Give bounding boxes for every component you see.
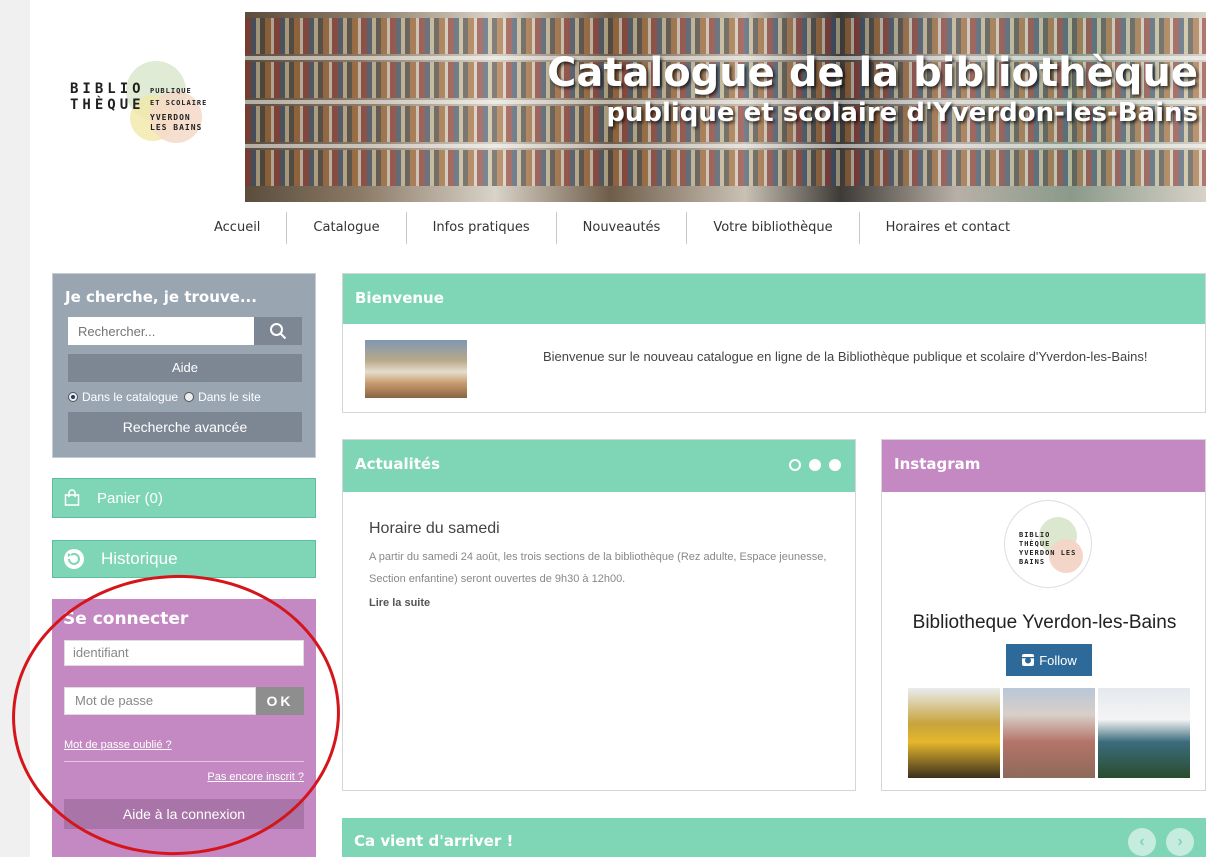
instagram-avatar[interactable]: BIBLIO THÈQUE YVERDON LES BAINS	[1004, 500, 1092, 588]
new-arrivals-title: Ca vient d'arriver !	[342, 818, 1206, 857]
logo-sub-2: ET SCOLAIRE	[150, 99, 208, 107]
nav-item-infos-pratiques[interactable]: Infos pratiques	[407, 212, 557, 244]
nav-item-horaires-contact[interactable]: Horaires et contact	[860, 212, 1037, 244]
news-carousel-dots	[789, 459, 841, 471]
welcome-title: Bienvenue	[343, 274, 1205, 324]
header-banner: Catalogue de la bibliothèque publique et…	[245, 12, 1206, 202]
instagram-title: Instagram	[882, 440, 1205, 492]
welcome-text: Bienvenue sur le nouveau catalogue en li…	[543, 349, 1148, 364]
scope-site-label: Dans le site	[198, 390, 261, 404]
carousel-dot[interactable]	[789, 459, 801, 471]
cart-label: Panier (0)	[97, 489, 163, 507]
instagram-photo[interactable]	[1003, 688, 1095, 778]
nav-item-catalogue[interactable]: Catalogue	[287, 212, 407, 244]
search-button[interactable]	[254, 317, 302, 345]
read-more-link[interactable]: Lire la suite	[369, 597, 430, 609]
advanced-search-button[interactable]: Recherche avancée	[68, 412, 302, 442]
main-nav: Accueil Catalogue Infos pratiques Nouvea…	[200, 212, 1036, 244]
chevron-right-icon: ›	[1177, 833, 1183, 850]
welcome-panel: Bienvenue Bienvenue sur le nouveau catal…	[342, 273, 1206, 413]
forgot-password-link[interactable]: Mot de passe oublié ?	[64, 739, 172, 751]
carousel-dot[interactable]	[829, 459, 841, 471]
login-panel: Se connecter identifiant Mot de passe OK…	[52, 599, 316, 857]
cart-button[interactable]: Panier (0)	[52, 478, 316, 518]
banner-books	[245, 18, 1206, 54]
password-field[interactable]: Mot de passe	[64, 687, 256, 715]
news-item-body: A partir du samedi 24 août, les trois se…	[369, 551, 827, 585]
register-link[interactable]: Pas encore inscrit ?	[207, 771, 304, 783]
news-item-title[interactable]: Horaire du samedi	[369, 520, 500, 538]
welcome-image	[365, 340, 467, 398]
scope-catalogue-radio[interactable]	[68, 392, 78, 402]
logo-word-1: BIBLIO	[70, 81, 145, 97]
next-arrow-button[interactable]: ›	[1166, 828, 1194, 856]
page-left-margin	[0, 0, 30, 857]
logo-word-2: THÈQUE	[70, 97, 145, 113]
instagram-photos	[908, 688, 1190, 778]
history-label: Historique	[101, 549, 178, 568]
instagram-account-name[interactable]: Bibliotheque Yverdon-les-Bains	[882, 612, 1206, 634]
nav-item-votre-bibliotheque[interactable]: Votre bibliothèque	[687, 212, 860, 244]
logo-sub-1: PUBLIQUE	[150, 87, 192, 95]
news-panel: Actualités Horaire du samedi A partir du…	[342, 439, 856, 791]
search-input[interactable]	[68, 317, 254, 345]
login-divider	[64, 761, 304, 762]
instagram-photo[interactable]	[1098, 688, 1190, 778]
instagram-icon	[1022, 654, 1035, 666]
search-scope: Dans le catalogue Dans le site	[68, 390, 261, 404]
login-ok-button[interactable]: OK	[256, 687, 304, 715]
new-arrivals-panel: Ca vient d'arriver ! ‹ ›	[342, 818, 1206, 857]
banner-title: Catalogue de la bibliothèque	[547, 50, 1198, 96]
library-logo[interactable]: BIBLIO THÈQUE PUBLIQUE ET SCOLAIRE YVERD…	[66, 55, 236, 165]
scope-catalogue-label: Dans le catalogue	[82, 390, 179, 404]
search-panel: Je cherche, je trouve... Aide Dans le ca…	[52, 273, 316, 458]
logo-place: YVERDON LES BAINS	[150, 113, 203, 132]
login-help-button[interactable]: Aide à la connexion	[64, 799, 304, 829]
search-help-button[interactable]: Aide	[68, 354, 302, 382]
shopping-bag-icon	[64, 489, 80, 506]
avatar-text: BIBLIO THÈQUE YVERDON LES BAINS	[1019, 531, 1077, 566]
banner-books	[245, 150, 1206, 186]
instagram-panel: Instagram BIBLIO THÈQUE YVERDON LES BAIN…	[881, 439, 1206, 791]
nav-item-nouveautes[interactable]: Nouveautés	[557, 212, 688, 244]
nav-item-accueil[interactable]: Accueil	[200, 212, 288, 244]
news-title: Actualités	[343, 440, 855, 492]
follow-label: Follow	[1039, 652, 1077, 668]
carousel-dot[interactable]	[809, 459, 821, 471]
username-field[interactable]: identifiant	[64, 640, 304, 666]
history-button[interactable]: Historique	[52, 540, 316, 578]
search-panel-title: Je cherche, je trouve...	[65, 288, 257, 306]
banner-shelf	[245, 144, 1206, 148]
history-icon	[64, 549, 84, 569]
follow-button[interactable]: Follow	[1006, 644, 1092, 676]
scope-site-radio[interactable]	[184, 392, 195, 402]
instagram-photo[interactable]	[908, 688, 1000, 778]
login-title: Se connecter	[63, 609, 189, 629]
previous-arrow-button[interactable]: ‹	[1128, 828, 1156, 856]
search-icon	[270, 323, 287, 340]
banner-subtitle: publique et scolaire d'Yverdon-les-Bains	[606, 98, 1198, 128]
chevron-left-icon: ‹	[1139, 833, 1145, 850]
